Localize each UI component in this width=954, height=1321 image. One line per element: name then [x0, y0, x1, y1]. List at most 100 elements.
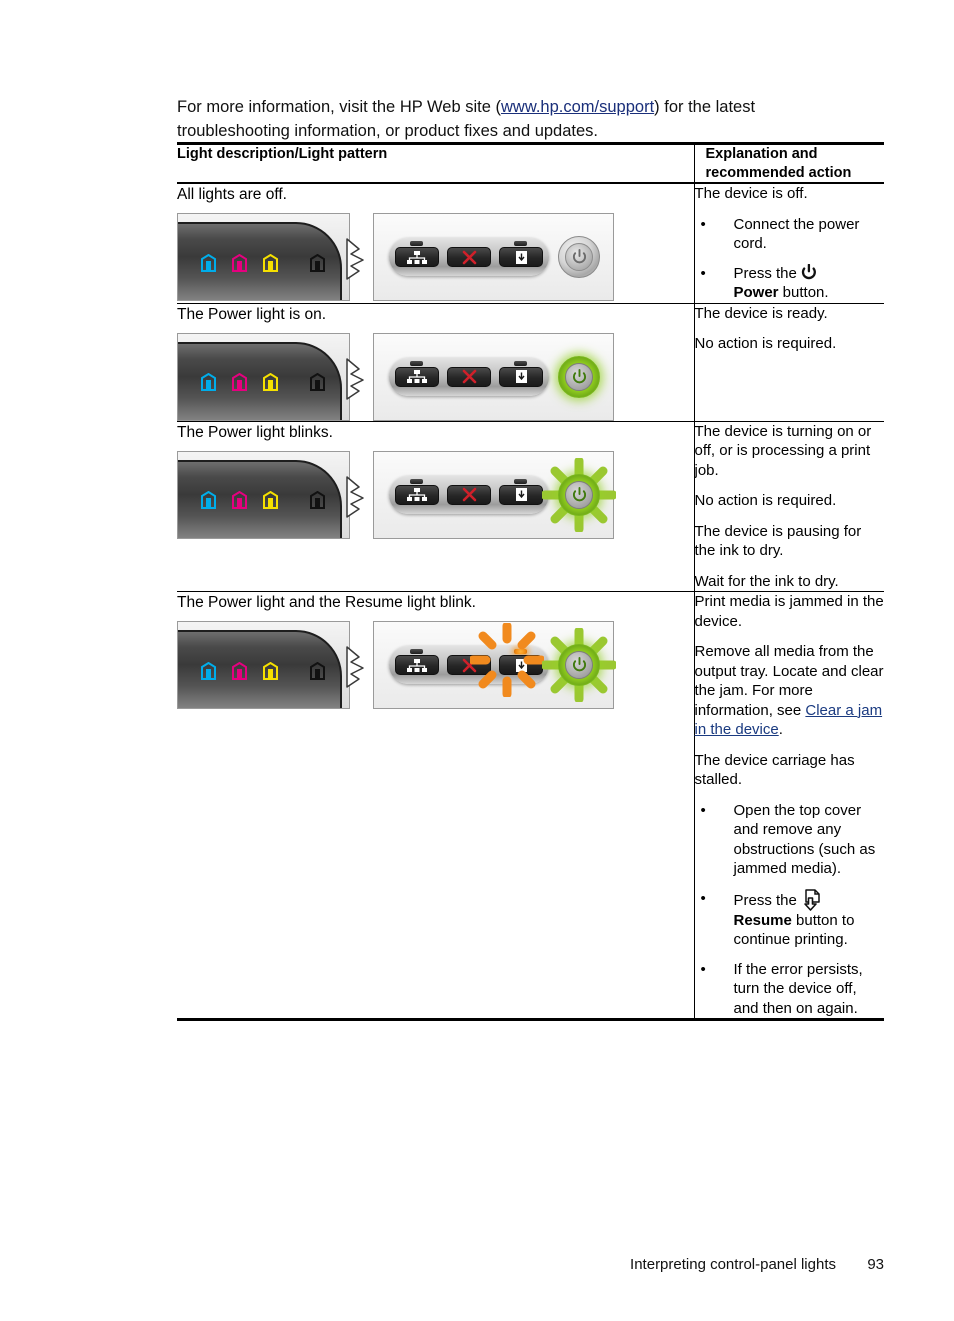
cancel-button[interactable] [447, 655, 491, 675]
document-page: For more information, visit the HP Web s… [0, 0, 954, 1321]
cancel-button[interactable] [447, 366, 491, 387]
row4-explanation-cell: Print media is jammed in the device. Rem… [693, 591, 885, 1021]
row1-description-cell: All lights are off. [177, 183, 694, 304]
network-button[interactable] [395, 247, 439, 267]
black-ink-icon [309, 491, 326, 510]
row2-control-panel-figure [177, 332, 614, 421]
cyan-ink-icon [200, 373, 217, 392]
bullet-text-before: Press the [733, 891, 802, 909]
row1-description: All lights are off. [177, 186, 287, 203]
power-button-core [565, 480, 593, 509]
resume-led [514, 241, 527, 246]
resume-button[interactable] [499, 484, 543, 505]
table-row: The Power light and the Resume light bli… [177, 591, 885, 1021]
row3-para-4: Wait for the ink to dry. [694, 572, 839, 590]
table-row: The Power light is on. The device is rea… [177, 303, 884, 422]
control-panel-zoom [373, 450, 616, 539]
magenta-ink-icon [231, 253, 248, 273]
row3-para-2: No action is required. [694, 492, 837, 509]
network-led [410, 478, 423, 484]
list-item: • Press the Power button. [695, 263, 885, 303]
resume-led [514, 649, 527, 654]
row3-control-panel-figure [177, 450, 616, 539]
row4-description-cell: The Power light and the Resume light bli… [177, 591, 694, 1021]
resume-led [514, 360, 527, 366]
list-item: • Connect the power cord. [695, 215, 885, 254]
power-button[interactable] [558, 355, 600, 398]
power-button-core [565, 651, 593, 679]
bullet-bold-word: Power [733, 284, 779, 301]
table-header-row: Light description/Light pattern Explanat… [177, 143, 884, 183]
row4-description: The Power light and the Resume light bli… [177, 594, 476, 611]
row1-lead-text: The device is off. [694, 185, 808, 202]
button-bar [389, 357, 549, 396]
table-row: All lights are off. The device is off. •… [177, 183, 885, 304]
row2-description: The Power light is on. [177, 305, 327, 323]
hp-support-link[interactable]: www.hp.com/support [501, 98, 654, 116]
footer-section-title: Interpreting control-panel lights [630, 1256, 836, 1273]
device-body-left [177, 621, 350, 709]
bullet-marker: • [700, 889, 706, 907]
row3-description-cell: The Power light blinks. [177, 421, 694, 592]
network-led [410, 241, 423, 246]
power-button[interactable] [558, 236, 600, 278]
column-header-explanation: Explanation and recommended action [693, 143, 884, 183]
row4-para-2: Remove all media from the output tray. L… [695, 642, 885, 740]
network-button[interactable] [395, 655, 439, 675]
bullet-text: Connect the power cord. [733, 215, 860, 253]
yellow-ink-icon [262, 661, 279, 681]
row2-para-1: The device is ready. [694, 304, 828, 322]
list-item: • Open the top cover and remove any obst… [695, 801, 885, 879]
intro-text-before: For more information, visit the HP Web s… [177, 97, 501, 116]
ink-indicator-row [200, 252, 340, 274]
yellow-ink-icon [262, 491, 279, 510]
bullet-text: Open the top cover and remove any obstru… [733, 801, 876, 878]
cancel-button[interactable] [447, 247, 491, 267]
yellow-ink-icon [262, 253, 279, 273]
row4-bullet-list: • Open the top cover and remove any obst… [695, 801, 885, 1019]
cancel-button[interactable] [447, 484, 491, 505]
ink-indicator-row [200, 660, 340, 682]
device-body-left [177, 213, 350, 301]
black-ink-icon [309, 253, 326, 273]
network-button[interactable] [395, 484, 439, 505]
magenta-ink-icon [231, 491, 248, 510]
power-button[interactable] [558, 473, 600, 516]
bullet-bold-word: Resume [733, 911, 792, 929]
intro-paragraph: For more information, visit the HP Web s… [177, 95, 837, 143]
device-body-left [177, 450, 350, 539]
row1-control-panel-figure [177, 213, 614, 301]
control-panel-zoom [373, 213, 614, 301]
power-icon [801, 263, 817, 281]
resume-button[interactable] [499, 247, 543, 267]
row3-description: The Power light blinks. [177, 423, 333, 441]
table-row: The Power light blinks. The device is tu… [177, 421, 884, 592]
ink-indicator-row [200, 490, 340, 512]
resume-button[interactable] [499, 655, 543, 675]
row2-explanation-cell: The device is ready. No action is requir… [693, 303, 884, 422]
bullet-marker: • [700, 264, 706, 282]
bullet-text: If the error persists, turn the device o… [733, 960, 863, 1017]
resume-button[interactable] [499, 366, 543, 387]
list-item: • Press the Resume button to continue pr… [695, 888, 885, 950]
power-button[interactable] [558, 644, 600, 686]
magenta-ink-icon [231, 373, 248, 392]
row3-explanation-cell: The device is turning on or off, or is p… [693, 421, 884, 592]
row2-para-2: No action is required. [694, 335, 837, 352]
black-ink-icon [309, 661, 326, 681]
resume-led [514, 478, 527, 484]
row2-description-cell: The Power light is on. [177, 303, 694, 422]
network-button[interactable] [395, 366, 439, 387]
bullet-marker: • [700, 801, 706, 819]
black-ink-icon [309, 373, 326, 392]
bullet-marker: • [700, 215, 706, 233]
button-bar [389, 238, 549, 276]
row1-explanation-cell: The device is off. • Connect the power c… [693, 183, 885, 304]
bullet-marker: • [700, 960, 706, 978]
column-header-light-description: Light description/Light pattern [177, 146, 388, 162]
row4-control-panel-figure [177, 621, 616, 709]
control-panel-zoom [373, 621, 616, 709]
list-item: • If the error persists, turn the device… [695, 960, 885, 1019]
footer-page-number: 93 [867, 1256, 884, 1273]
device-body-left [177, 332, 350, 421]
